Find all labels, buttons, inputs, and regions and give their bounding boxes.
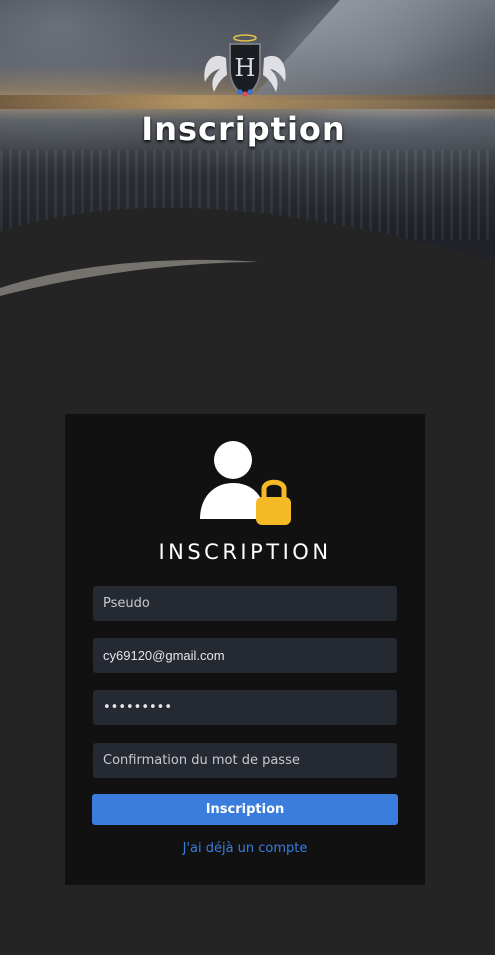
login-link[interactable]: J'ai déjà un compte <box>65 841 425 856</box>
page-title: Inscription <box>141 110 346 148</box>
password-input[interactable] <box>93 690 397 725</box>
user-lock-icon <box>200 441 291 525</box>
password-confirm-input[interactable] <box>93 743 397 778</box>
email-input[interactable] <box>93 638 397 673</box>
winged-shield-logo-icon: H <box>204 34 286 98</box>
logo-letter: H <box>235 54 256 82</box>
signup-card: INSCRIPTION Inscription J'ai déjà un com… <box>65 414 425 885</box>
pseudo-input[interactable] <box>93 586 397 621</box>
signup-button[interactable]: Inscription <box>92 794 398 825</box>
form-title: INSCRIPTION <box>158 540 332 564</box>
header-banner: H Inscription <box>0 0 495 300</box>
